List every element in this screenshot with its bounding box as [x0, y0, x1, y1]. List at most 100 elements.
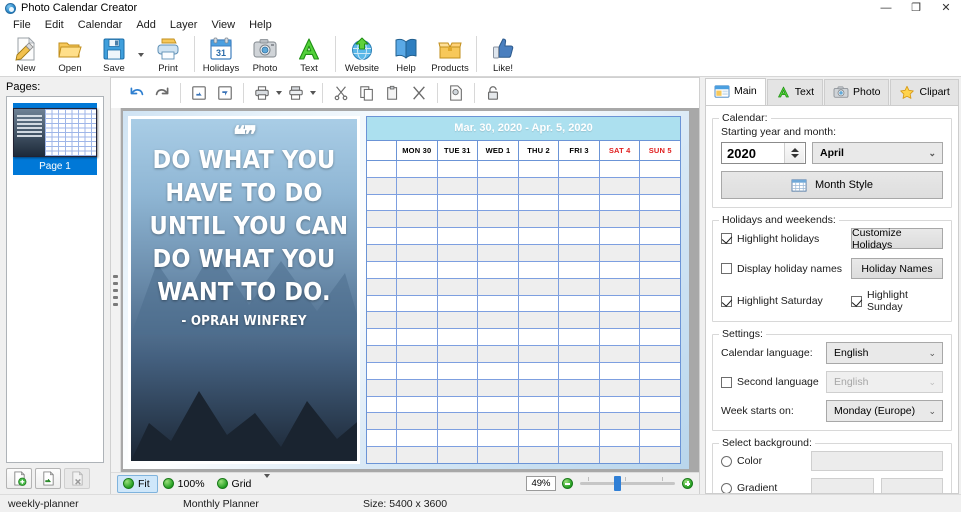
calendar-cell[interactable] — [438, 379, 479, 396]
calendar-cell[interactable] — [519, 161, 560, 177]
calendar-row[interactable] — [367, 396, 680, 414]
calendar-cell[interactable] — [559, 278, 600, 295]
calendar-cell[interactable] — [640, 312, 680, 328]
toolbar-holidays-button[interactable]: 31 Holidays — [199, 34, 243, 76]
calendar-cell[interactable] — [397, 295, 438, 312]
calendar-layer[interactable]: Mar. 30, 2020 - Apr. 5, 2020 MON 30 TUE … — [366, 116, 681, 464]
customize-holidays-button[interactable]: Customize Holidays — [851, 227, 943, 251]
calendar-cell[interactable] — [600, 362, 641, 379]
calendar-cell[interactable] — [559, 346, 600, 362]
calendar-cell[interactable] — [640, 228, 680, 244]
calendar-cell[interactable] — [519, 447, 560, 463]
calendar-cell[interactable] — [640, 178, 680, 194]
calendar-language-select[interactable]: English ⌄ — [826, 342, 943, 364]
pages-list[interactable]: Page 1 — [6, 96, 104, 463]
menu-help[interactable]: Help — [242, 18, 279, 32]
calendar-cell[interactable] — [397, 413, 438, 430]
paste-button[interactable] — [380, 81, 406, 105]
calendar-cell[interactable] — [397, 245, 438, 261]
calendar-cell[interactable] — [438, 329, 479, 346]
calendar-cell[interactable] — [478, 329, 519, 346]
calendar-cell[interactable] — [478, 228, 519, 245]
calendar-cell[interactable] — [478, 245, 519, 261]
calendar-cell[interactable] — [600, 245, 641, 261]
calendar-cell[interactable] — [397, 194, 438, 211]
display-holiday-names-checkbox[interactable]: Display holiday names — [721, 263, 851, 275]
second-language-checkbox[interactable]: Second language — [721, 376, 826, 388]
toolbar-new-button[interactable]: New — [4, 34, 48, 76]
calendar-cell[interactable] — [519, 312, 560, 329]
calendar-cell[interactable] — [478, 211, 519, 228]
calendar-cell[interactable] — [519, 295, 560, 312]
calendar-cell[interactable] — [640, 279, 680, 295]
menu-add[interactable]: Add — [129, 18, 163, 32]
calendar-cell[interactable] — [559, 194, 600, 211]
calendar-cell[interactable] — [397, 161, 438, 177]
calendar-cell[interactable] — [478, 161, 519, 177]
zoom-fit-button[interactable]: Fit — [117, 474, 158, 493]
calendar-cell[interactable] — [519, 194, 560, 211]
calendar-cell[interactable] — [397, 346, 438, 362]
calendar-cell[interactable] — [478, 194, 519, 211]
zoom-out-icon[interactable] — [562, 478, 573, 489]
calendar-cell[interactable] — [438, 396, 479, 413]
calendar-cell[interactable] — [367, 413, 397, 430]
calendar-cell[interactable] — [600, 396, 641, 413]
canvas[interactable]: ❝❞ DO WHAT YOU HAVE TO DO UNTIL YOU CAN … — [111, 108, 699, 472]
page-sheet[interactable]: ❝❞ DO WHAT YOU HAVE TO DO UNTIL YOU CAN … — [123, 111, 689, 469]
week-starts-select[interactable]: Monday (Europe) ⌄ — [826, 400, 943, 422]
calendar-row[interactable] — [367, 362, 680, 380]
calendar-cell[interactable] — [438, 295, 479, 312]
calendar-cell[interactable] — [600, 161, 641, 177]
print-setup-button[interactable] — [283, 81, 309, 105]
calendar-cell[interactable] — [438, 278, 479, 295]
holiday-names-button[interactable]: Holiday Names — [851, 258, 943, 279]
calendar-cell[interactable] — [367, 396, 397, 413]
gradient-color-1-swatch[interactable] — [811, 478, 874, 493]
delete-button[interactable] — [406, 81, 432, 105]
calendar-cell[interactable] — [397, 228, 438, 245]
calendar-row[interactable] — [367, 413, 680, 431]
zoom-slider-thumb[interactable] — [614, 476, 621, 491]
calendar-cell[interactable] — [600, 312, 641, 329]
page-thumbnail-1[interactable]: Page 1 — [13, 103, 97, 175]
calendar-cell[interactable] — [640, 380, 680, 396]
calendar-cell[interactable] — [438, 261, 479, 278]
calendar-cell[interactable] — [478, 413, 519, 430]
calendar-row[interactable] — [367, 329, 680, 347]
calendar-cell[interactable] — [640, 262, 680, 278]
calendar-row[interactable] — [367, 430, 680, 448]
calendar-cell[interactable] — [397, 211, 438, 228]
calendar-row[interactable] — [367, 295, 680, 313]
calendar-cell[interactable] — [519, 346, 560, 362]
zoom-in-icon[interactable] — [682, 478, 693, 489]
properties-button[interactable] — [443, 81, 469, 105]
calendar-row[interactable] — [367, 211, 680, 229]
tab-main[interactable]: Main — [705, 78, 766, 105]
calendar-cell[interactable] — [519, 329, 560, 346]
calendar-cell[interactable] — [559, 295, 600, 312]
lock-button[interactable] — [480, 81, 506, 105]
calendar-cell[interactable] — [519, 396, 560, 413]
calendar-cell[interactable] — [367, 430, 397, 447]
calendar-cell[interactable] — [397, 362, 438, 379]
print-setup-dropdown-arrow[interactable] — [309, 91, 317, 95]
calendar-cell[interactable] — [478, 379, 519, 396]
calendar-cell[interactable] — [600, 430, 641, 447]
calendar-cell[interactable] — [559, 413, 600, 430]
calendar-cell[interactable] — [559, 312, 600, 329]
calendar-cell[interactable] — [600, 211, 641, 228]
calendar-cell[interactable] — [559, 362, 600, 379]
calendar-cell[interactable] — [438, 177, 479, 194]
calendar-cell[interactable] — [478, 177, 519, 194]
calendar-cell[interactable] — [559, 245, 600, 261]
calendar-cell[interactable] — [519, 228, 560, 245]
calendar-row[interactable] — [367, 312, 680, 330]
import-page-button[interactable] — [35, 468, 61, 489]
calendar-cell[interactable] — [438, 211, 479, 228]
calendar-cell[interactable] — [519, 430, 560, 447]
calendar-cell[interactable] — [367, 295, 397, 312]
toolbar-website-button[interactable]: Website — [340, 34, 384, 76]
calendar-cell[interactable] — [559, 430, 600, 447]
tab-text[interactable]: Text — [766, 79, 824, 105]
